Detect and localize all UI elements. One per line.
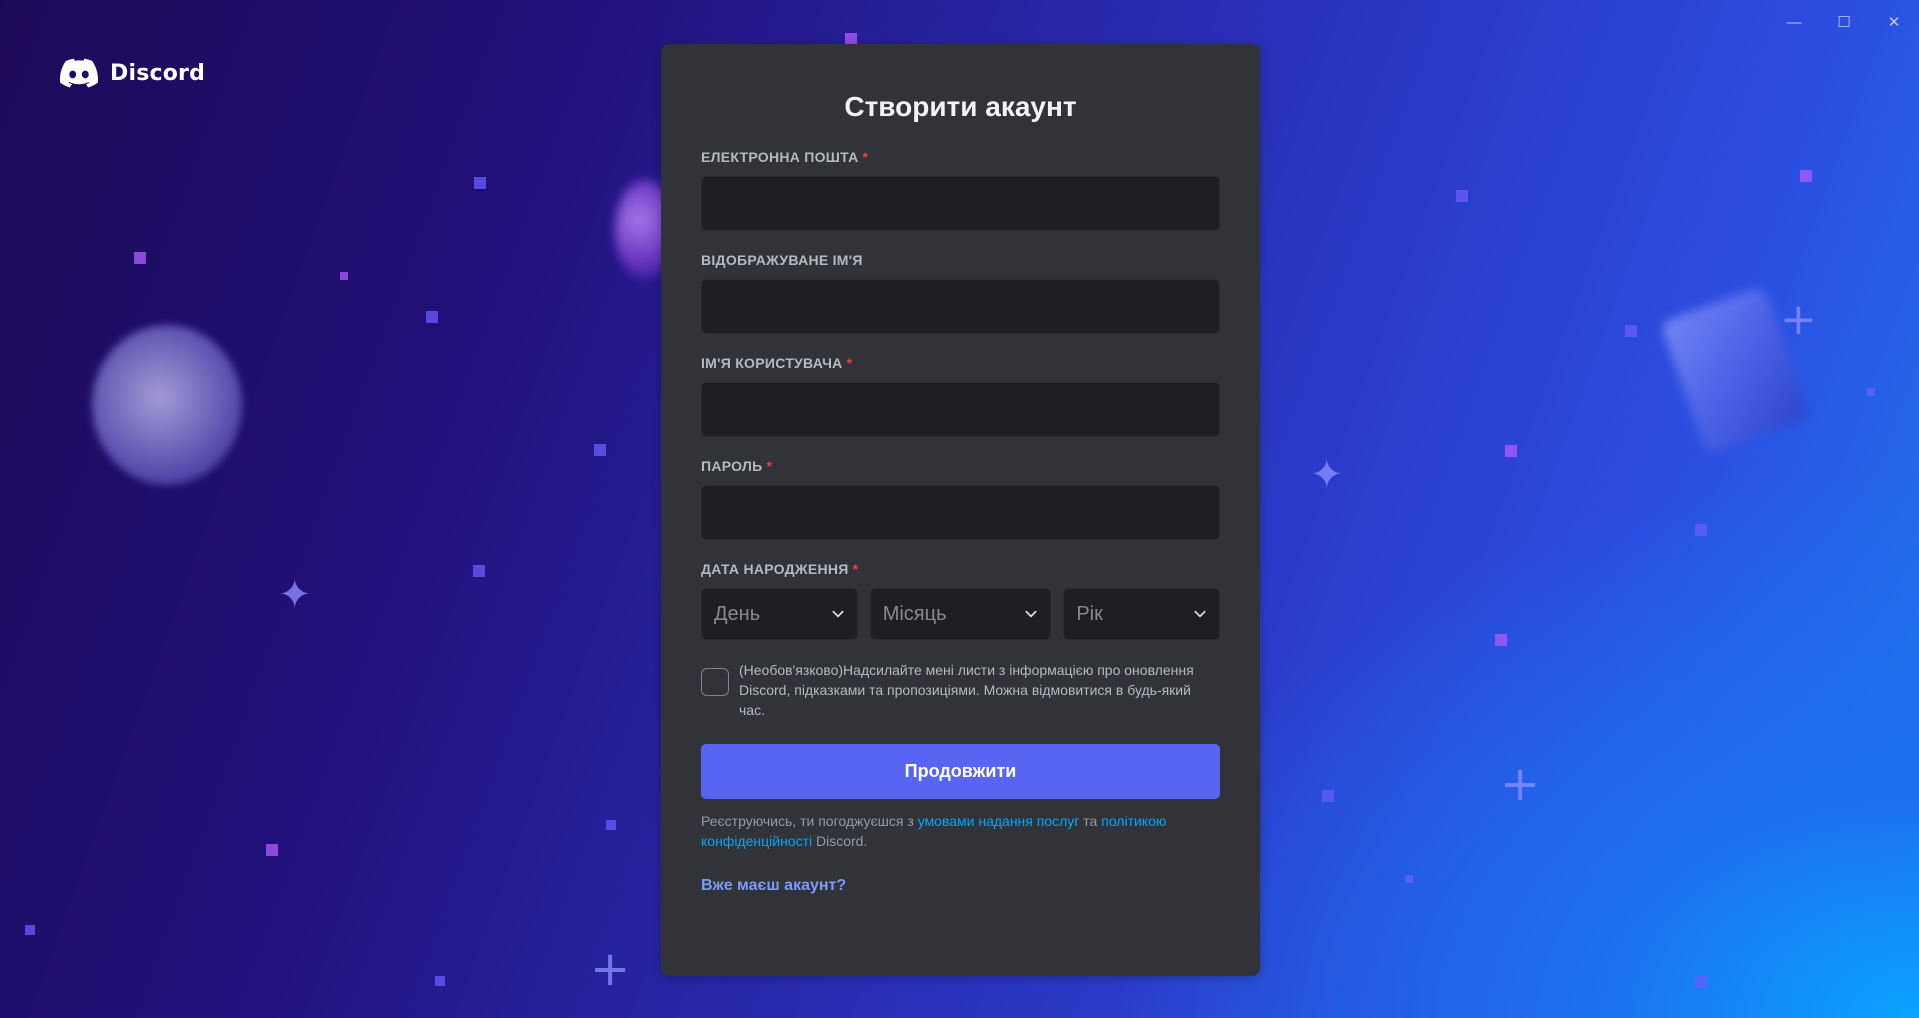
star-decoration bbox=[1800, 170, 1812, 182]
star-decoration bbox=[1695, 976, 1707, 988]
star-decoration bbox=[1695, 524, 1707, 536]
year-placeholder: Рік bbox=[1076, 602, 1103, 625]
star-decoration bbox=[266, 844, 278, 856]
chevron-down-icon bbox=[1025, 610, 1037, 618]
star-decoration bbox=[426, 311, 438, 323]
star-decoration bbox=[1405, 875, 1413, 883]
continue-button[interactable]: Продовжити bbox=[701, 744, 1220, 799]
password-field[interactable] bbox=[701, 485, 1220, 540]
required-marker: * bbox=[846, 355, 853, 371]
minimize-icon[interactable]: — bbox=[1769, 10, 1819, 34]
display-name-field-group: ВІДОБРАЖУВАНЕ ІМ'Я bbox=[701, 251, 1220, 334]
window-controls: — ☐ ✕ bbox=[1769, 10, 1919, 34]
username-field-group: ІМ'Я КОРИСТУВАЧА * bbox=[701, 354, 1220, 437]
dob-label: ДАТА НАРОДЖЕННЯ * bbox=[701, 561, 859, 577]
email-field-group: ЕЛЕКТРОННА ПОШТА * bbox=[701, 148, 1220, 231]
close-icon[interactable]: ✕ bbox=[1869, 10, 1919, 34]
sparkle-decoration: ✦ bbox=[278, 572, 312, 618]
dob-selects: День Місяць Рік bbox=[701, 588, 1220, 640]
email-optin: (Необов'язково)Надсилайте мені листи з і… bbox=[701, 660, 1220, 720]
discord-logo-icon bbox=[60, 58, 98, 88]
star-decoration bbox=[340, 272, 348, 280]
star-decoration bbox=[1495, 634, 1507, 646]
star-decoration bbox=[1322, 790, 1334, 802]
day-placeholder: День bbox=[714, 602, 761, 625]
brand-name: Discord bbox=[110, 60, 206, 86]
sparkle-decoration: + bbox=[1500, 756, 1541, 812]
display-name-field[interactable] bbox=[701, 279, 1220, 334]
register-card: Створити акаунт ЕЛЕКТРОННА ПОШТА * ВІДОБР… bbox=[661, 44, 1260, 976]
star-decoration bbox=[134, 252, 146, 264]
optin-text: (Необов'язково)Надсилайте мені листи з і… bbox=[739, 662, 1194, 718]
month-select[interactable]: Місяць bbox=[869, 588, 1052, 640]
star-decoration bbox=[474, 177, 486, 189]
required-marker: * bbox=[862, 149, 869, 165]
username-label: ІМ'Я КОРИСТУВАЧА * bbox=[701, 355, 853, 371]
brand-logo: Discord bbox=[60, 58, 205, 88]
star-decoration bbox=[1867, 388, 1875, 396]
star-decoration bbox=[594, 444, 606, 456]
star-decoration bbox=[606, 820, 616, 830]
sparkle-decoration: + bbox=[1780, 294, 1817, 345]
year-select[interactable]: Рік bbox=[1063, 588, 1220, 640]
month-placeholder: Місяць bbox=[882, 602, 947, 625]
required-marker: * bbox=[766, 458, 773, 474]
email-label: ЕЛЕКТРОННА ПОШТА * bbox=[701, 149, 869, 165]
star-decoration bbox=[1456, 190, 1468, 202]
star-decoration bbox=[25, 925, 35, 935]
sparkle-decoration: ✦ bbox=[1310, 452, 1344, 498]
optin-checkbox[interactable] bbox=[701, 668, 729, 696]
star-decoration bbox=[1505, 445, 1517, 457]
dob-field-group: ДАТА НАРОДЖЕННЯ * День Місяць Рік bbox=[701, 560, 1220, 640]
day-select[interactable]: День bbox=[701, 588, 858, 640]
star-decoration bbox=[435, 976, 445, 986]
chevron-down-icon bbox=[1194, 610, 1206, 618]
chevron-down-icon bbox=[832, 610, 844, 618]
terms-link[interactable]: умовами надання послуг bbox=[918, 813, 1080, 829]
legal-text: Реєструючись, ти погоджуєшся з умовами н… bbox=[701, 813, 1167, 849]
orb-decoration bbox=[92, 325, 242, 485]
cube-decoration bbox=[1659, 285, 1811, 455]
email-field[interactable] bbox=[701, 176, 1220, 231]
login-link[interactable]: Вже маєш акаунт? bbox=[701, 877, 846, 895]
username-field[interactable] bbox=[701, 382, 1220, 437]
display-name-label: ВІДОБРАЖУВАНЕ ІМ'Я bbox=[701, 252, 863, 268]
page-title: Створити акаунт bbox=[844, 91, 1077, 122]
password-label: ПАРОЛЬ * bbox=[701, 458, 773, 474]
required-marker: * bbox=[852, 561, 859, 577]
star-decoration bbox=[473, 565, 485, 577]
sparkle-decoration: + bbox=[590, 941, 631, 997]
maximize-icon[interactable]: ☐ bbox=[1819, 10, 1869, 34]
password-field-group: ПАРОЛЬ * bbox=[701, 457, 1220, 540]
star-decoration bbox=[1625, 325, 1637, 337]
